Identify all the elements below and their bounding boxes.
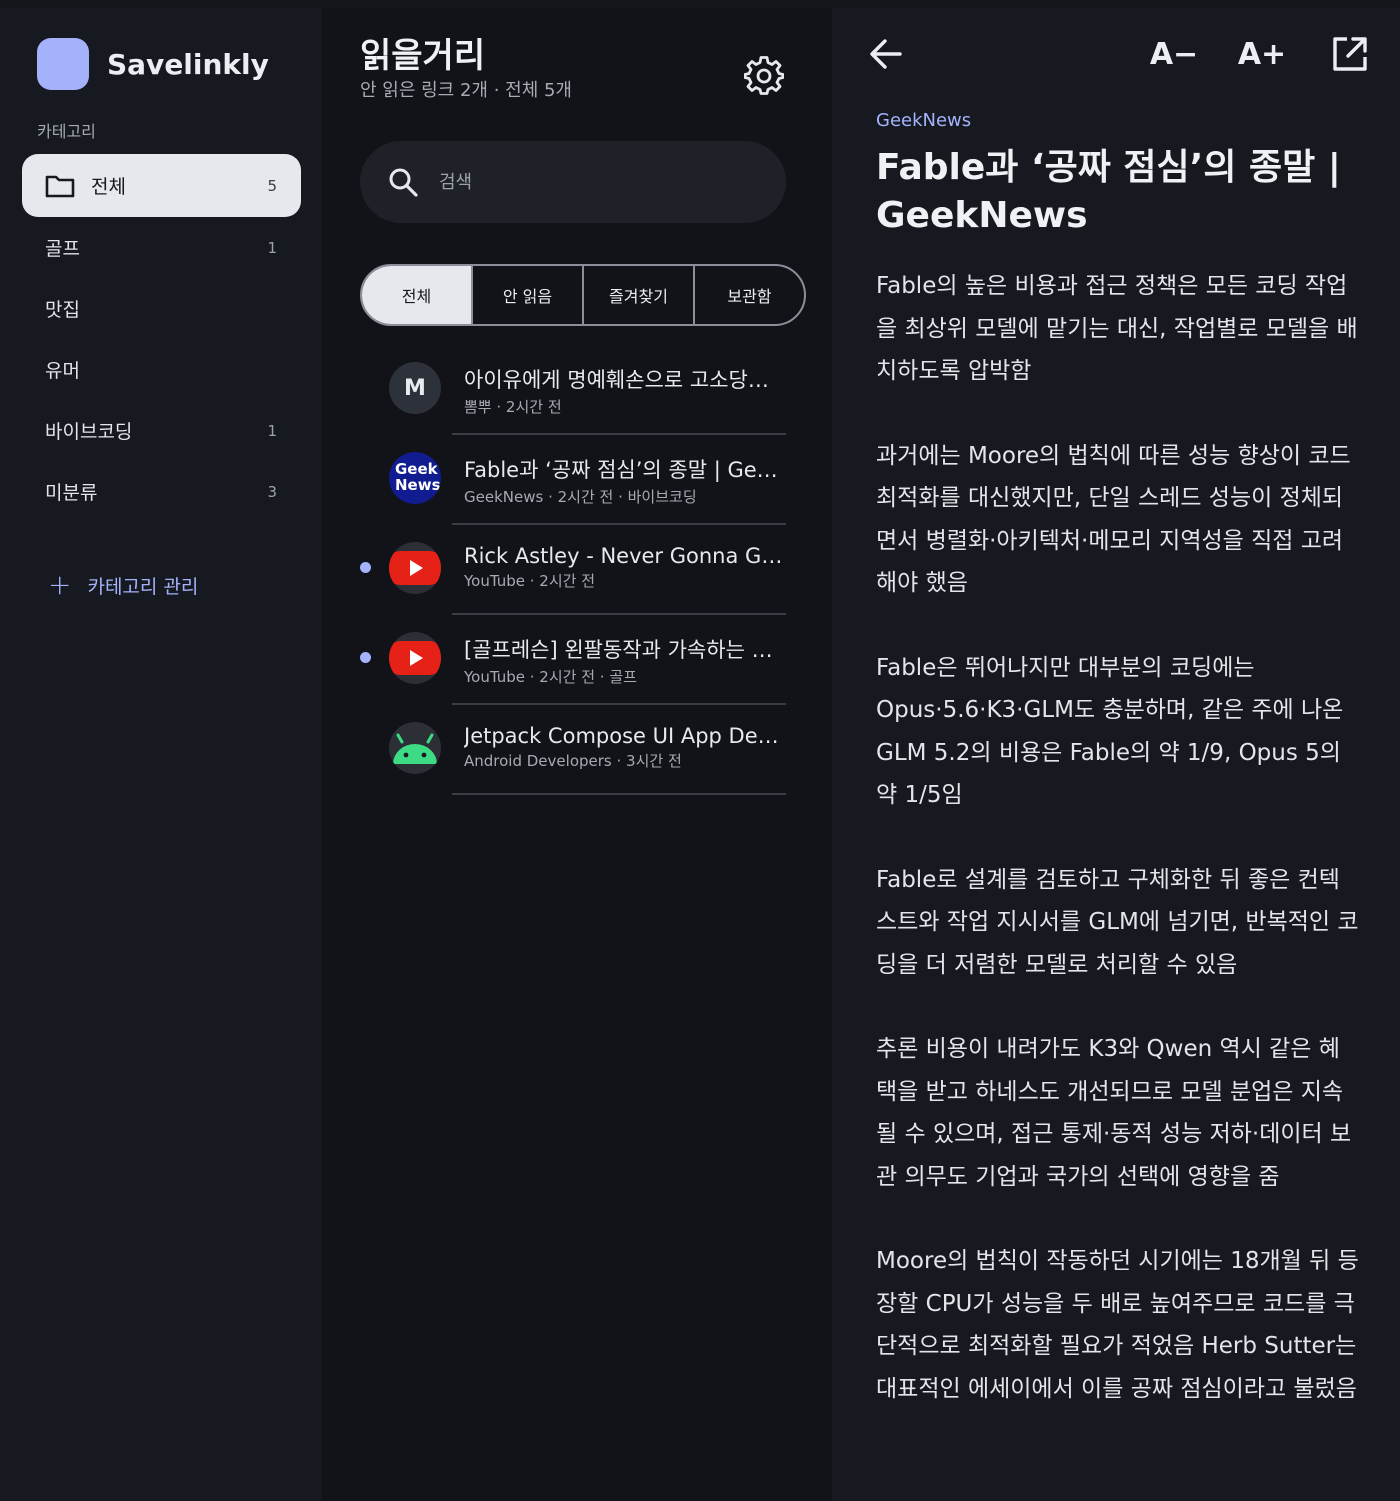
article-paragraph: Fable의 높은 비용과 접근 정책은 모든 코딩 작업을 최상위 모델에 맡… — [876, 273, 1358, 384]
font-decrease-button[interactable]: A− — [1144, 30, 1204, 78]
article-title: Fable과 ‘공짜 점심’의 종말 | GeekNews — [876, 147, 1341, 236]
category-label: 미분류 — [45, 482, 98, 504]
list-item[interactable]: M 아이유에게 명예훼손으로 고소당했... 뽐뿌 · 2시간 전 — [322, 344, 832, 435]
tab-favorites[interactable]: 즐겨찾기 — [582, 266, 693, 324]
arrow-left-icon — [870, 39, 902, 69]
category-label: 유머 — [45, 360, 80, 382]
android-icon — [389, 722, 441, 774]
category-item-uncategorized[interactable]: 미분류 3 — [22, 461, 301, 522]
filter-tabs: 전체 안 읽음 즐겨찾기 보관함 — [360, 264, 806, 326]
folder-icon — [45, 175, 75, 197]
list-item[interactable]: Geek News Fable과 ‘공짜 점심’의 종말 | Geek... G… — [322, 434, 832, 525]
item-title: Fable과 ‘공짜 점심’의 종말 | Geek... — [464, 458, 786, 482]
reading-list-pane: 읽을거리 안 읽은 링크 2개 · 전체 5개 전체 안 읽음 즐겨찾기 보관함… — [322, 8, 832, 1501]
category-heading: 카테고리 — [37, 122, 96, 141]
item-title: Jetpack Compose UI App Dev... — [464, 724, 786, 748]
article-paragraph: Fable은 뛰어나지만 대부분의 코딩에는 Opus·5.6·K3·GLM도 … — [876, 654, 1344, 809]
youtube-icon — [389, 542, 441, 594]
category-label: 골프 — [45, 238, 80, 260]
item-meta: YouTube · 2시간 전 · 골프 — [464, 668, 637, 686]
brand: Savelinkly — [37, 38, 269, 90]
manage-categories-label: 카테고리 관리 — [87, 575, 199, 598]
item-meta: Android Developers · 3시간 전 — [464, 752, 682, 770]
category-label: 바이브코딩 — [45, 421, 133, 443]
category-item-vibe-coding[interactable]: 바이브코딩 1 — [22, 400, 301, 461]
manage-categories-button[interactable]: + 카테고리 관리 — [48, 571, 198, 599]
category-count: 1 — [267, 238, 277, 257]
category-count: 3 — [267, 482, 277, 501]
sidebar: Savelinkly 카테고리 전체 5 골프 1 맛집 유머 바이브코딩 1 … — [0, 8, 322, 1501]
avatar-text: Geek News — [395, 460, 441, 494]
article-paragraph: 과거에는 Moore의 법칙에 따른 성능 향상이 코드 최적화를 대신했지만,… — [876, 442, 1351, 597]
avatar: M — [389, 362, 441, 414]
tab-all[interactable]: 전체 — [362, 266, 471, 324]
list-item[interactable]: [골프레슨] 왼팔동작과 가속하는 방... YouTube · 2시간 전 ·… — [322, 614, 832, 705]
search-icon — [389, 168, 418, 197]
search-bar[interactable] — [360, 141, 786, 223]
category-list: 전체 5 골프 1 맛집 유머 바이브코딩 1 미분류 3 — [22, 154, 301, 522]
page-subtitle: 안 읽은 링크 2개 · 전체 5개 — [360, 80, 572, 101]
divider — [452, 793, 786, 795]
external-link-icon — [1333, 37, 1367, 71]
category-item-humor[interactable]: 유머 — [22, 339, 301, 400]
article-paragraph: 추론 비용이 내려가도 K3와 Qwen 역시 같은 혜택을 받고 하네스도 개… — [876, 1036, 1352, 1190]
category-item-all[interactable]: 전체 5 — [22, 154, 301, 217]
item-meta: YouTube · 2시간 전 — [464, 572, 596, 590]
list-item[interactable]: Rick Astley - Never Gonna Giv... YouTube… — [322, 524, 832, 615]
plus-icon: + — [48, 568, 72, 601]
category-count: 1 — [267, 421, 277, 440]
open-external-button[interactable] — [1326, 30, 1374, 78]
back-button[interactable] — [862, 30, 910, 78]
article-paragraph: Fable로 설계를 검토하고 구체화한 뒤 좋은 컨텍스트와 작업 지시서를 … — [876, 866, 1359, 978]
app-name: Savelinkly — [107, 47, 269, 81]
item-title: [골프레슨] 왼팔동작과 가속하는 방... — [464, 638, 786, 662]
app-logo — [37, 38, 89, 90]
article-body: Fable의 높은 비용과 접근 정책은 모든 코딩 작업을 최상위 모델에 맡… — [876, 265, 1360, 1452]
tab-unread[interactable]: 안 읽음 — [471, 266, 582, 324]
geeknews-logo-icon: Geek News — [389, 452, 441, 504]
link-list: M 아이유에게 명예훼손으로 고소당했... 뽐뿌 · 2시간 전 Geek N… — [322, 344, 832, 795]
category-item-restaurants[interactable]: 맛집 — [22, 278, 301, 339]
youtube-icon — [389, 632, 441, 684]
page-title: 읽을거리 — [360, 36, 486, 76]
unread-dot — [360, 652, 371, 663]
reader-pane: A− A+ GeekNews Fable과 ‘공짜 점심’의 종말 | Geek… — [832, 8, 1400, 1501]
category-item-golf[interactable]: 골프 1 — [22, 217, 301, 278]
unread-dot — [360, 562, 371, 573]
list-item[interactable]: Jetpack Compose UI App Dev... Android De… — [322, 704, 832, 795]
top-status-strip — [0, 0, 1400, 8]
category-label: 전체 — [91, 176, 126, 198]
item-title: 아이유에게 명예훼손으로 고소당했... — [464, 368, 786, 392]
gear-icon[interactable] — [744, 56, 784, 96]
category-count: 5 — [267, 176, 277, 195]
item-title: Rick Astley - Never Gonna Giv... — [464, 544, 786, 568]
item-meta: GeekNews · 2시간 전 · 바이브코딩 — [464, 488, 697, 506]
article-paragraph: Moore의 법칙이 작동하던 시기에는 18개월 뒤 등장할 CPU가 성능을… — [876, 1248, 1359, 1402]
font-increase-button[interactable]: A+ — [1234, 30, 1290, 78]
category-label: 맛집 — [45, 299, 80, 321]
tab-archive[interactable]: 보관함 — [693, 266, 804, 324]
article-source[interactable]: GeekNews — [876, 110, 971, 131]
search-input[interactable] — [439, 171, 759, 193]
item-meta: 뽐뿌 · 2시간 전 — [464, 398, 562, 416]
